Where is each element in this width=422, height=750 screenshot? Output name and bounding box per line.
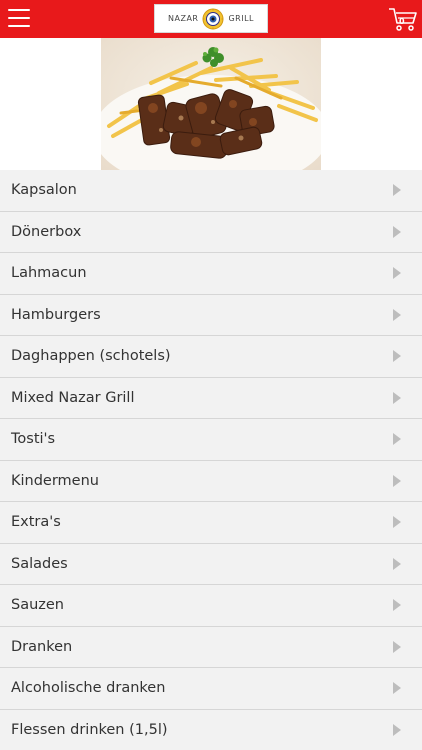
category-item[interactable]: Lahmacun (0, 253, 422, 295)
category-item[interactable]: Daghappen (schotels) (0, 336, 422, 378)
chevron-right-icon (393, 350, 401, 363)
category-label: Kindermenu (11, 472, 99, 489)
category-item[interactable]: Alcoholische dranken (0, 668, 422, 710)
hamburger-icon[interactable] (8, 9, 30, 29)
category-label: Salades (11, 555, 68, 572)
chevron-right-icon (393, 474, 401, 487)
chevron-right-icon (393, 225, 401, 238)
app-logo[interactable]: NAZAR GRILL (154, 4, 268, 33)
chevron-right-icon (393, 723, 401, 736)
category-item[interactable]: Dranken (0, 626, 422, 668)
category-item[interactable]: Tosti's (0, 419, 422, 461)
category-label: Kapsalon (11, 182, 77, 199)
chevron-right-icon (393, 640, 401, 653)
chevron-right-icon (393, 557, 401, 570)
category-label: Lahmacun (11, 265, 87, 282)
category-item[interactable]: Hamburgers (0, 294, 422, 336)
hero-banner (0, 38, 422, 184)
category-label: Flessen drinken (1,5l) (11, 721, 168, 738)
chevron-right-icon (393, 599, 401, 612)
category-item[interactable]: Mixed Nazar Grill (0, 377, 422, 419)
logo-emblem-icon (202, 8, 224, 29)
category-label: Dönerbox (11, 223, 82, 240)
cart-count-badge: 0 (399, 17, 405, 26)
category-item[interactable]: Dönerbox (0, 211, 422, 253)
category-label: Mixed Nazar Grill (11, 389, 135, 406)
chevron-right-icon (393, 516, 401, 529)
logo-text-right: GRILL (228, 14, 254, 23)
category-label: Daghappen (schotels) (11, 348, 171, 365)
chevron-right-icon (393, 184, 401, 197)
hero-food-image (101, 38, 321, 184)
chevron-right-icon (393, 391, 401, 404)
category-label: Hamburgers (11, 306, 101, 323)
category-label: Extra's (11, 514, 61, 531)
logo-text-left: NAZAR (168, 14, 199, 23)
chevron-right-icon (393, 682, 401, 695)
category-item[interactable]: Extra's (0, 502, 422, 544)
category-item[interactable]: Salades (0, 543, 422, 585)
top-bar: NAZAR GRILL 0 (0, 0, 422, 38)
category-label: Dranken (11, 638, 73, 655)
category-list: Kapsalon Dönerbox Lahmacun Hamburgers Da… (0, 170, 422, 750)
chevron-right-icon (393, 308, 401, 321)
chevron-right-icon (393, 267, 401, 280)
category-item[interactable]: Kindermenu (0, 460, 422, 502)
category-item[interactable]: Sauzen (0, 585, 422, 627)
category-label: Sauzen (11, 597, 65, 614)
category-item[interactable]: Flessen drinken (1,5l) (0, 709, 422, 750)
category-label: Alcoholische dranken (11, 680, 166, 697)
chevron-right-icon (393, 433, 401, 446)
cart-button[interactable]: 0 (388, 6, 418, 32)
category-item[interactable]: Kapsalon (0, 170, 422, 212)
category-label: Tosti's (11, 431, 56, 448)
